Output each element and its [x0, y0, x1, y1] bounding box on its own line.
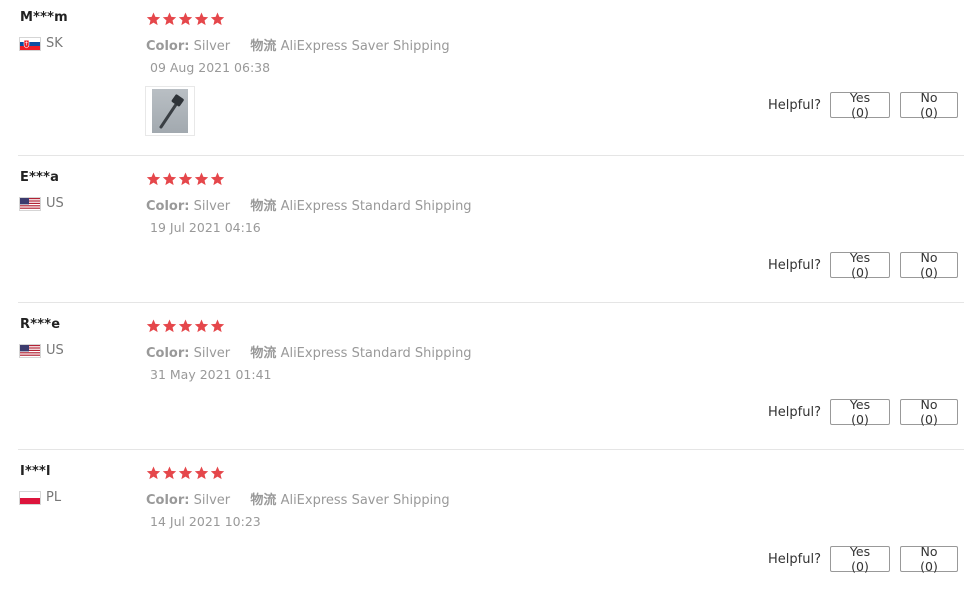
color-label: Color:: [146, 39, 190, 54]
flag-sk-icon: [20, 37, 40, 50]
star-icon: [146, 466, 161, 480]
star-icon: [194, 319, 209, 333]
star-rating: [146, 466, 225, 480]
review-divider: [18, 449, 964, 450]
star-icon: [146, 319, 161, 333]
review-meta: Color: Silver 物流 AliExpress Saver Shippi…: [146, 35, 450, 54]
review-item: E***a US Color: Silver 物流 AliExpress Sta…: [0, 160, 972, 303]
helpful-yes-button[interactable]: Yes (0): [830, 397, 890, 427]
star-icon: [210, 12, 225, 26]
helpful-label: Helpful?: [768, 551, 821, 567]
country-code: US: [46, 343, 64, 358]
star-icon: [194, 466, 209, 480]
reviewer-name: I***l: [20, 464, 51, 479]
review-meta: Color: Silver 物流 AliExpress Standard Shi…: [146, 195, 472, 214]
helpful-yes-button[interactable]: Yes (0): [830, 250, 890, 280]
helpful-no-button[interactable]: No (0): [900, 250, 958, 280]
helpful-label: Helpful?: [768, 257, 821, 273]
reviewer-name: R***e: [20, 317, 61, 332]
review-date: 31 May 2021 01:41: [150, 367, 272, 382]
helpful-voting: Helpful? Yes (0) No (0): [768, 250, 958, 280]
star-icon: [194, 172, 209, 186]
star-icon: [178, 12, 193, 26]
review-photo-thumbnail[interactable]: [145, 86, 195, 136]
reviewer-country: US: [20, 196, 64, 211]
star-icon: [210, 466, 225, 480]
country-code: SK: [46, 36, 63, 51]
color-value: Silver: [193, 346, 231, 361]
review-item: R***e US Color: Silver 物流 AliExpress Sta…: [0, 307, 972, 450]
star-icon: [210, 319, 225, 333]
star-icon: [162, 12, 177, 26]
country-code: US: [46, 196, 64, 211]
review-date: 19 Jul 2021 04:16: [150, 220, 261, 235]
shipping-value: AliExpress Standard Shipping: [280, 199, 472, 214]
star-rating: [146, 172, 225, 186]
reviewer-name: M***m: [20, 10, 68, 25]
review-item: I***l PL Color: Silver 物流 AliExpress Sav…: [0, 454, 972, 592]
helpful-label: Helpful?: [768, 404, 821, 420]
reviewer-country: US: [20, 343, 64, 358]
star-icon: [162, 466, 177, 480]
color-value: Silver: [193, 493, 231, 508]
star-icon: [178, 466, 193, 480]
helpful-voting: Helpful? Yes (0) No (0): [768, 397, 958, 427]
flag-us-icon: [20, 344, 40, 357]
shipping-label: 物流: [250, 346, 277, 361]
reviewer-country: SK: [20, 36, 63, 51]
reviewer-country: PL: [20, 490, 61, 505]
shipping-label: 物流: [250, 199, 277, 214]
helpful-yes-button[interactable]: Yes (0): [830, 90, 890, 120]
color-value: Silver: [193, 39, 231, 54]
star-rating: [146, 319, 225, 333]
shipping-value: AliExpress Saver Shipping: [280, 39, 450, 54]
country-code: PL: [46, 490, 62, 505]
review-date: 14 Jul 2021 10:23: [150, 514, 261, 529]
review-date: 09 Aug 2021 06:38: [150, 60, 271, 75]
shipping-label: 物流: [250, 493, 277, 508]
star-icon: [178, 172, 193, 186]
flag-us-icon: [20, 197, 40, 210]
color-value: Silver: [193, 199, 231, 214]
shipping-label: 物流: [250, 39, 277, 54]
star-icon: [162, 319, 177, 333]
star-rating: [146, 12, 225, 26]
helpful-yes-button[interactable]: Yes (0): [830, 544, 890, 574]
helpful-no-button[interactable]: No (0): [900, 397, 958, 427]
star-icon: [146, 172, 161, 186]
review-meta: Color: Silver 物流 AliExpress Saver Shippi…: [146, 489, 450, 508]
star-icon: [146, 12, 161, 26]
star-icon: [210, 172, 225, 186]
reviewer-name: E***a: [20, 170, 60, 185]
review-meta: Color: Silver 物流 AliExpress Standard Shi…: [146, 342, 472, 361]
review-divider: [18, 302, 964, 303]
shipping-value: AliExpress Standard Shipping: [280, 346, 472, 361]
color-label: Color:: [146, 493, 190, 508]
helpful-voting: Helpful? Yes (0) No (0): [768, 544, 958, 574]
helpful-label: Helpful?: [768, 97, 821, 113]
color-label: Color:: [146, 199, 190, 214]
helpful-no-button[interactable]: No (0): [900, 544, 958, 574]
flag-pl-icon: [20, 491, 40, 504]
star-icon: [162, 172, 177, 186]
color-label: Color:: [146, 346, 190, 361]
review-item: M***m SK Color: Silver 物流 AliExpress Sav…: [0, 0, 972, 156]
shipping-value: AliExpress Saver Shipping: [280, 493, 450, 508]
star-icon: [178, 319, 193, 333]
helpful-voting: Helpful? Yes (0) No (0): [768, 90, 958, 120]
helpful-no-button[interactable]: No (0): [900, 90, 958, 120]
star-icon: [194, 12, 209, 26]
review-divider: [18, 155, 964, 156]
